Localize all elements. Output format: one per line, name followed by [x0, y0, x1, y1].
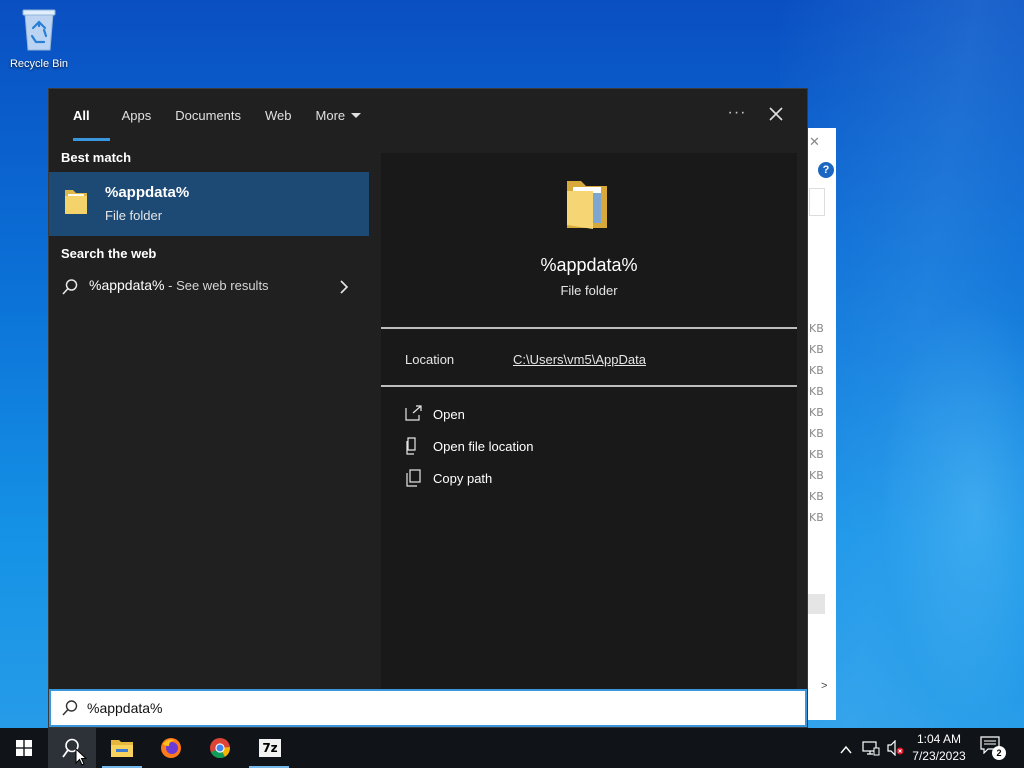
size-label: KB	[809, 343, 824, 356]
desktop-light-glow	[880, 300, 1024, 720]
search-box[interactable]	[49, 689, 807, 727]
tab-documents[interactable]: Documents	[163, 89, 253, 141]
windows-logo-icon	[16, 740, 32, 756]
location-label: Location	[405, 352, 455, 367]
divider	[381, 385, 797, 387]
size-label: KB	[809, 490, 824, 503]
start-button[interactable]	[0, 728, 48, 768]
size-label: KB	[809, 511, 824, 524]
close-icon[interactable]: ✕	[809, 134, 820, 150]
tab-label: Apps	[121, 107, 152, 123]
search-panel: All Apps Documents Web More ··· Best mat…	[48, 88, 808, 728]
show-hidden-icons-chevron-icon[interactable]	[840, 742, 852, 760]
clock-date: 7/23/2023	[912, 749, 966, 763]
results-list: Best match %appdata% File folder Search …	[49, 141, 369, 689]
location-link[interactable]: C:\Users\vm5\AppData	[513, 352, 646, 367]
close-icon	[769, 107, 783, 121]
open-action[interactable]: Open	[401, 401, 781, 429]
recycle-bin-label: Recycle Bin	[9, 58, 69, 70]
result-name: %appdata%	[105, 184, 190, 201]
search-icon	[61, 699, 79, 722]
tab-apps[interactable]: Apps	[110, 89, 164, 141]
result-preview-pane: %appdata% File folder Location C:\Users\…	[381, 153, 797, 689]
help-icon[interactable]: ?	[818, 162, 834, 178]
result-type: File folder	[105, 208, 163, 223]
size-label: KB	[809, 385, 824, 398]
taskbar-clock[interactable]: 1:04 AM 7/23/2023	[906, 731, 972, 765]
taskbar: 7z 1:04 AM 7/23/2023 2	[0, 728, 1024, 768]
tab-label: Web	[265, 107, 292, 123]
web-search-result[interactable]: %appdata% - See web results	[49, 270, 369, 302]
action-label: Open	[433, 407, 465, 422]
file-location-icon	[405, 437, 421, 460]
recycle-bin-shortcut[interactable]: Recycle Bin	[4, 6, 74, 70]
action-label: Open file location	[433, 439, 534, 454]
recycle-bin-icon	[19, 6, 59, 52]
ellipsis-icon: ···	[727, 104, 747, 121]
search-input[interactable]	[87, 697, 787, 719]
size-label: KB	[809, 364, 824, 377]
search-web-heading: Search the web	[61, 246, 157, 261]
tab-label: More	[315, 107, 346, 123]
chrome-icon	[210, 738, 230, 759]
close-button[interactable]	[763, 101, 789, 127]
web-results-suffix: - See web results	[164, 278, 269, 293]
tab-web[interactable]: Web	[253, 89, 304, 141]
volume-muted-icon[interactable]	[886, 739, 904, 761]
taskbar-firefox[interactable]	[147, 728, 195, 768]
copy-path-action[interactable]: Copy path	[401, 465, 781, 493]
background-explorer-window[interactable]: ✕ ? KB KB KB KB KB KB KB KB KB KB >	[806, 128, 836, 720]
action-label: Copy path	[433, 471, 493, 486]
taskbar-7zip[interactable]: 7z	[245, 728, 293, 768]
chevron-right-icon	[339, 280, 349, 299]
selected-row-edge	[807, 594, 825, 614]
taskbar-file-explorer[interactable]	[98, 728, 146, 768]
folder-icon	[563, 175, 611, 238]
scroll-right-arrow-icon[interactable]: >	[821, 680, 827, 692]
open-file-location-action[interactable]: Open file location	[401, 433, 781, 461]
preview-title: %appdata%	[540, 255, 638, 275]
clock-time: 1:04 AM	[916, 732, 962, 746]
action-center-button[interactable]: 2	[980, 736, 1006, 760]
folder-icon	[63, 186, 89, 221]
size-label: KB	[809, 469, 824, 482]
tab-label: All	[73, 107, 90, 123]
size-label: KB	[809, 322, 824, 335]
best-match-result[interactable]: %appdata% File folder	[49, 172, 369, 236]
size-label: KB	[809, 448, 824, 461]
firefox-icon	[161, 738, 181, 758]
size-label: KB	[809, 427, 824, 440]
tab-all[interactable]: All	[61, 89, 110, 141]
7zip-icon: 7z	[259, 739, 281, 757]
taskbar-search-button[interactable]	[48, 728, 96, 768]
notification-count-badge: 2	[992, 746, 1006, 760]
more-options-button[interactable]: ···	[725, 103, 749, 127]
best-match-heading: Best match	[61, 150, 132, 165]
web-query: %appdata%	[89, 277, 165, 293]
network-icon[interactable]	[862, 740, 880, 761]
tab-more[interactable]: More	[304, 89, 374, 141]
folder-icon	[111, 740, 133, 757]
mouse-pointer-icon	[75, 747, 88, 768]
divider	[381, 327, 797, 329]
chevron-down-icon	[351, 112, 362, 118]
copy-icon	[405, 469, 421, 492]
size-label: KB	[809, 406, 824, 419]
taskbar-chrome[interactable]	[196, 728, 244, 768]
search-icon	[61, 278, 79, 301]
open-icon	[405, 405, 423, 426]
preview-type: File folder	[560, 283, 618, 298]
search-filter-tabs: All Apps Documents Web More	[49, 89, 809, 141]
address-field-edge	[809, 188, 825, 216]
tab-label: Documents	[175, 107, 242, 123]
